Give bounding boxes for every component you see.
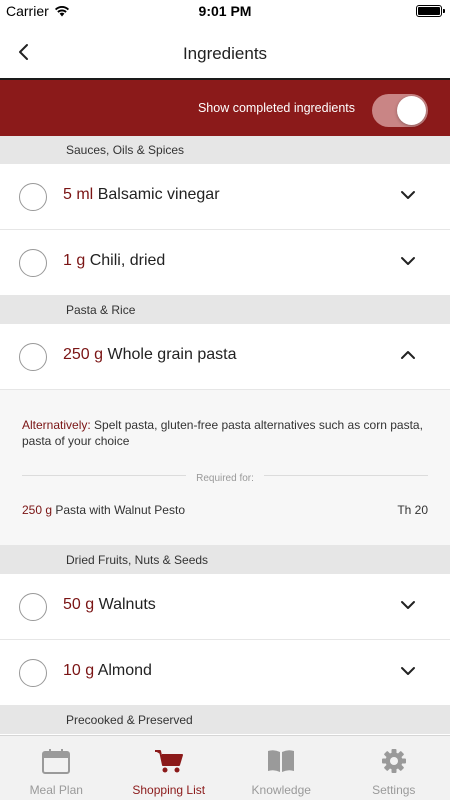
complete-checkbox[interactable]: [19, 183, 47, 211]
ingredient-quantity: 1 g: [63, 252, 86, 269]
chevron-down-icon[interactable]: [400, 190, 416, 200]
tab-meal-plan[interactable]: Meal Plan: [0, 736, 113, 800]
section-header: Sauces, Oils & Spices: [0, 136, 450, 164]
book-icon: [268, 750, 295, 772]
tab-bar: Meal Plan Shopping List Knowledge Settin…: [0, 735, 450, 800]
page-title: Ingredients: [182, 44, 268, 63]
tab-shopping-list[interactable]: Shopping List: [113, 736, 226, 800]
show-completed-switch[interactable]: [372, 94, 428, 127]
ingredient-label: 250 g Whole grain pasta: [63, 346, 236, 364]
tab-label: Knowledge: [251, 783, 311, 797]
calendar-icon: [42, 749, 71, 774]
ingredient-name: Balsamic vinegar: [97, 186, 220, 203]
status-time: 9:01 PM: [198, 3, 252, 19]
show-completed-label: Show completed ingredients: [197, 101, 355, 115]
chevron-down-icon[interactable]: [400, 256, 416, 266]
chevron-up-icon[interactable]: [400, 350, 416, 360]
ingredient-name: Almond: [97, 662, 152, 679]
tab-label: Meal Plan: [29, 783, 83, 797]
ingredient-label: 50 g Walnuts: [63, 596, 156, 614]
gear-icon: [381, 749, 406, 773]
tab-knowledge[interactable]: Knowledge: [225, 736, 338, 800]
ingredient-quantity: 250 g: [63, 346, 104, 363]
ingredient-name: Chili, dried: [89, 252, 166, 269]
tab-settings[interactable]: Settings: [338, 736, 450, 800]
recipe-day: Th 20: [397, 503, 428, 517]
complete-checkbox[interactable]: [19, 343, 47, 371]
navigation-bar: Ingredients: [0, 22, 450, 80]
recipe-link[interactable]: 250 g Pasta with Walnut Pesto: [22, 503, 185, 517]
complete-checkbox[interactable]: [19, 593, 47, 621]
ingredient-name: Walnuts: [98, 596, 156, 613]
cart-icon: [154, 750, 183, 773]
completed-toggle-bar: Show completed ingredients: [0, 80, 450, 136]
complete-checkbox[interactable]: [19, 249, 47, 277]
recipe-name: Pasta with Walnut Pesto: [55, 503, 185, 517]
alternatives-label: Alternatively:: [22, 418, 91, 432]
section-header: Dried Fruits, Nuts & Seeds: [0, 546, 450, 574]
required-for-label: Required for:: [186, 473, 264, 484]
ingredient-label: 5 ml Balsamic vinegar: [63, 186, 220, 204]
ingredient-row[interactable]: 50 g Walnuts: [0, 574, 450, 640]
ingredient-detail-panel: Alternatively: Spelt pasta, gluten-free …: [0, 390, 450, 546]
status-bar: Carrier 9:01 PM: [0, 0, 450, 22]
complete-checkbox[interactable]: [19, 659, 47, 687]
required-for-divider: Required for:: [22, 468, 428, 484]
recipe-quantity: 250 g: [22, 503, 53, 517]
switch-knob: [397, 96, 426, 125]
section-header: Precooked & Preserved: [0, 706, 450, 734]
ingredient-row[interactable]: 10 g Almond: [0, 640, 450, 706]
ingredient-row-expanded[interactable]: 250 g Whole grain pasta: [0, 324, 450, 390]
ingredient-label: 10 g Almond: [63, 662, 152, 680]
ingredient-quantity: 5 ml: [63, 186, 94, 203]
ingredient-quantity: 10 g: [63, 662, 95, 679]
ingredient-row[interactable]: 5 ml Balsamic vinegar: [0, 164, 450, 230]
ingredient-label: 1 g Chili, dried: [63, 252, 165, 270]
chevron-down-icon[interactable]: [400, 666, 416, 676]
battery-icon: [416, 5, 445, 17]
section-header: Pasta & Rice: [0, 296, 450, 324]
alternatives-text: Alternatively: Spelt pasta, gluten-free …: [22, 417, 426, 449]
tab-label: Settings: [372, 783, 416, 797]
chevron-down-icon[interactable]: [400, 600, 416, 610]
tab-label: Shopping List: [132, 783, 206, 797]
ingredient-row[interactable]: 1 g Chili, dried: [0, 230, 450, 296]
ingredient-name: Whole grain pasta: [107, 346, 237, 363]
ingredient-quantity: 50 g: [63, 596, 95, 613]
